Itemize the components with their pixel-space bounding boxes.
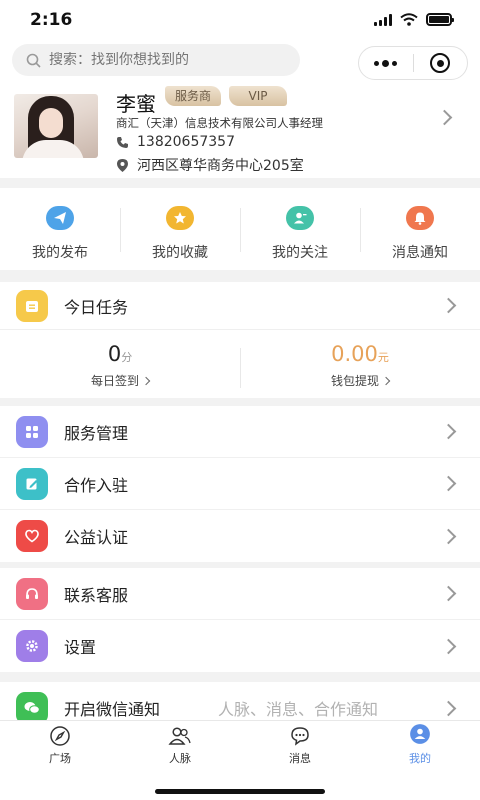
- chevron-right-icon: [381, 376, 391, 385]
- quick-notifications[interactable]: 消息通知: [360, 188, 480, 270]
- menu-label: 服务管理: [64, 423, 129, 443]
- quick-my-follows[interactable]: 我的关注: [240, 188, 360, 270]
- menu-label: 公益认证: [64, 528, 129, 547]
- tab-contacts[interactable]: 人脉: [120, 721, 240, 769]
- profile-phone-row: 13820657357: [116, 134, 235, 150]
- miniprogram-capsule: [358, 46, 468, 80]
- chevron-right-icon: [440, 700, 457, 716]
- top-bar: [0, 40, 480, 84]
- tab-square[interactable]: 广场: [0, 721, 120, 769]
- target-icon: [430, 53, 451, 73]
- home-indicator: [155, 789, 325, 794]
- chevron-right-icon: [440, 638, 457, 654]
- tab-label: 我的: [409, 752, 431, 765]
- points-value: 0: [107, 342, 122, 366]
- status-bar: 2:16: [0, 0, 480, 40]
- more-button[interactable]: [359, 47, 413, 79]
- menu-contact-support[interactable]: 联系客服: [0, 568, 480, 620]
- menu-label: 开启微信通知: [64, 700, 161, 719]
- daily-checkin-label: 每日签到: [90, 374, 139, 388]
- quick-my-favorites[interactable]: 我的收藏: [120, 188, 240, 270]
- menu-settings[interactable]: 设置: [0, 620, 480, 672]
- menu-group-support: 联系客服 设置: [0, 568, 480, 672]
- wallet-value: 0.00: [331, 342, 378, 366]
- battery-icon: [426, 13, 454, 26]
- profile-company: 商汇（天津）信息技术有限公司人事经理: [116, 116, 323, 130]
- gear-icon: [16, 630, 48, 662]
- follow-icon: [286, 206, 314, 230]
- headset-icon: [16, 577, 48, 610]
- wallet-unit: 元: [377, 351, 389, 364]
- menu-group-services: 服务管理 合作入驻 公益认证: [0, 406, 480, 562]
- tab-mine[interactable]: 我的: [360, 721, 480, 769]
- wallet-withdraw-label: 钱包提现: [330, 374, 379, 388]
- today-task-title: 今日任务: [64, 297, 129, 317]
- search-input[interactable]: [49, 52, 269, 68]
- grid-icon: [16, 415, 48, 448]
- profile-address-row: 河西区尊华商务中心205室: [116, 155, 304, 175]
- search-box[interactable]: [12, 44, 300, 76]
- tab-label: 消息: [289, 752, 311, 765]
- status-icons: [374, 13, 454, 26]
- menu-charity-certification[interactable]: 公益认证: [0, 510, 480, 562]
- tab-label: 人脉: [169, 752, 191, 765]
- menu-service-management[interactable]: 服务管理: [0, 406, 480, 458]
- compass-icon: [48, 725, 72, 747]
- quick-label: 我的发布: [32, 245, 88, 261]
- tab-label: 广场: [49, 752, 71, 765]
- quick-my-posts[interactable]: 我的发布: [0, 188, 120, 270]
- wechat-notify-hint: 人脉、消息、合作通知: [218, 700, 379, 719]
- chat-icon: [288, 725, 312, 747]
- chevron-right-icon: [440, 528, 457, 544]
- avatar[interactable]: [14, 94, 98, 158]
- today-task-card: 今日任务 0分 每日签到 0.00元 钱包提现: [0, 282, 480, 398]
- chevron-right-icon: [440, 423, 457, 440]
- signal-icon: [374, 13, 392, 26]
- quick-label: 我的关注: [272, 245, 328, 261]
- today-task-row[interactable]: 今日任务: [0, 282, 480, 330]
- menu-label: 联系客服: [64, 585, 129, 605]
- daily-checkin[interactable]: 0分 每日签到: [0, 342, 240, 389]
- profile-address: 河西区尊华商务中心205室: [137, 158, 304, 174]
- wifi-icon: [400, 13, 418, 26]
- quick-actions: 我的发布 我的收藏 我的关注 消息通知: [0, 188, 480, 270]
- points-unit: 分: [121, 351, 133, 364]
- quick-label: 消息通知: [392, 245, 448, 261]
- vip-badge: VIP: [229, 86, 287, 106]
- menu-partner-join[interactable]: 合作入驻: [0, 458, 480, 510]
- send-icon: [46, 206, 74, 230]
- quick-label: 我的收藏: [152, 245, 208, 261]
- location-icon: [117, 158, 128, 172]
- chevron-right-icon: [440, 297, 457, 314]
- chevron-right-icon: [440, 475, 457, 492]
- wallet-withdraw[interactable]: 0.00元 钱包提现: [240, 342, 480, 389]
- more-dots-icon: [374, 59, 398, 67]
- tab-messages[interactable]: 消息: [240, 721, 360, 769]
- phone-icon: [117, 136, 128, 148]
- user-icon: [408, 724, 432, 747]
- chevron-right-icon: [141, 376, 151, 385]
- menu-label: 合作入驻: [64, 475, 129, 495]
- profile-phone: 13820657357: [137, 134, 235, 150]
- people-icon: [168, 725, 192, 747]
- service-provider-badge: 服务商: [165, 86, 222, 106]
- profile-arrow-icon: [436, 109, 453, 126]
- menu-label: 设置: [64, 638, 97, 657]
- chevron-right-icon: [440, 585, 457, 602]
- tab-bar: 广场 人脉 消息 我的: [0, 720, 480, 800]
- status-time: 2:16: [30, 10, 73, 30]
- edit-icon: [16, 467, 48, 500]
- profile-card[interactable]: 李蜜 服务商 VIP 商汇（天津）信息技术有限公司人事经理 1382065735…: [0, 84, 480, 178]
- search-icon: [26, 53, 41, 68]
- heart-icon: [16, 520, 48, 552]
- task-icon: [16, 289, 48, 322]
- star-icon: [166, 206, 194, 230]
- close-button[interactable]: [414, 47, 468, 79]
- bell-icon: [406, 206, 434, 230]
- profile-name: 李蜜: [116, 92, 156, 116]
